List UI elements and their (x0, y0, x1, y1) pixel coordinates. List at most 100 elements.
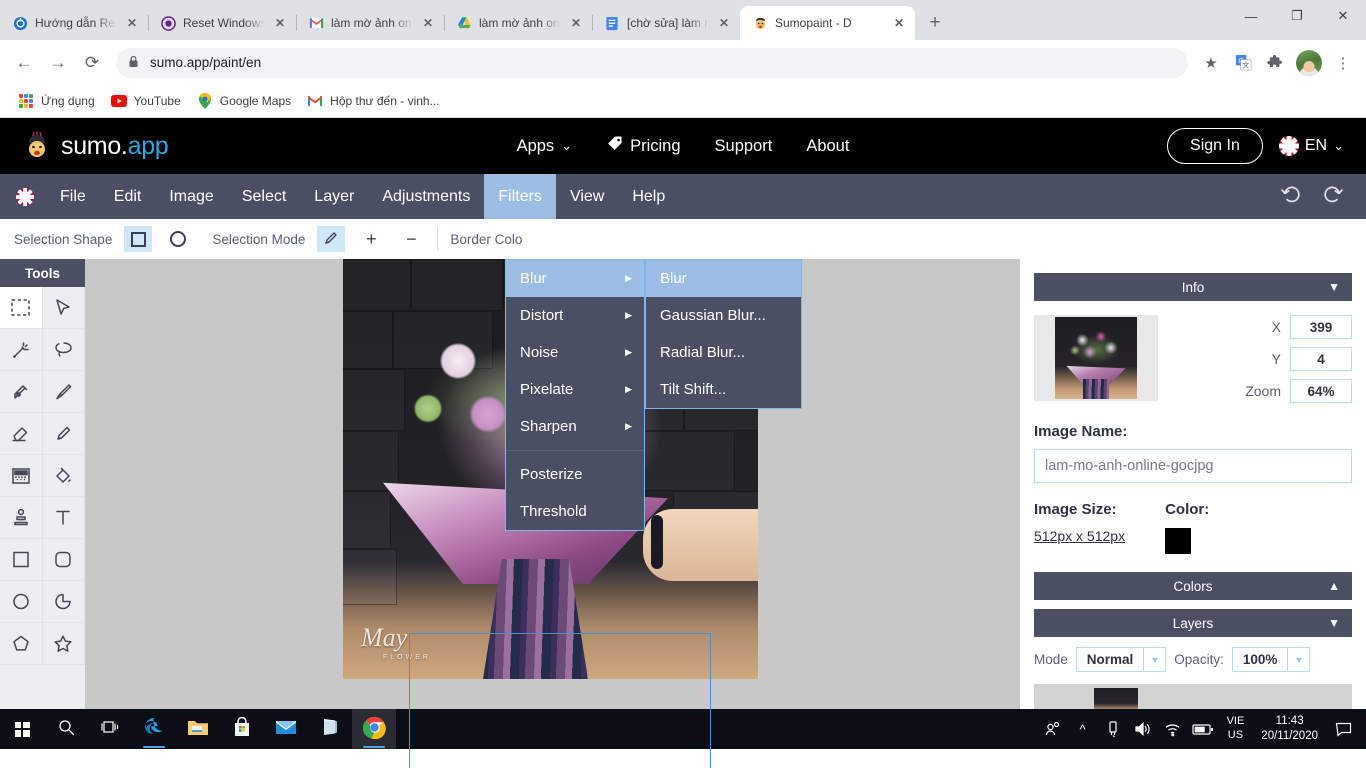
menu-item-pixelate[interactable]: Pixelate ▶ (506, 371, 644, 408)
submenu-item-blur[interactable]: Blur (646, 260, 801, 297)
selection-mode-subtract-button[interactable]: − (397, 226, 426, 252)
task-view-button[interactable] (88, 709, 132, 749)
tool-rectangle-shape[interactable] (0, 539, 43, 581)
browser-tab[interactable]: Hướng dẫn Res ✕ (0, 6, 148, 40)
browser-tab-active[interactable]: Sumopaint - D ✕ (740, 6, 915, 40)
tool-eraser[interactable] (0, 413, 43, 455)
selection-mode-add-button[interactable]: + (357, 226, 386, 252)
tool-lasso[interactable] (42, 329, 85, 371)
nav-apps[interactable]: Apps ⌄ (517, 137, 573, 156)
minimize-button[interactable]: — (1228, 0, 1274, 32)
close-icon[interactable]: ✕ (568, 15, 584, 31)
menu-item-sharpen[interactable]: Sharpen ▶ (506, 408, 644, 445)
sign-in-button[interactable]: Sign In (1167, 128, 1263, 164)
notification-icon[interactable] (1326, 709, 1360, 749)
tool-clone-stamp[interactable] (0, 497, 43, 539)
bookmark-apps[interactable]: Ứng dụng (10, 89, 103, 113)
volume-icon[interactable] (1128, 709, 1158, 749)
tool-ellipse-shape[interactable] (0, 581, 43, 623)
maximize-button[interactable]: ❐ (1274, 0, 1320, 32)
image-name-input[interactable]: lam-mo-anh-online-gocjpg (1034, 449, 1352, 483)
bookmark-youtube[interactable]: YouTube (103, 89, 189, 113)
zoom-value-input[interactable]: 64% (1290, 379, 1352, 403)
browser-tab[interactable]: làm mờ ảnh on ✕ (296, 6, 444, 40)
undo-arrow-icon[interactable] (1276, 184, 1306, 210)
y-value-input[interactable]: 4 (1290, 347, 1352, 371)
battery-icon[interactable] (1188, 709, 1218, 749)
tool-text[interactable] (42, 497, 85, 539)
color-swatch[interactable] (1165, 528, 1192, 554)
image-size-value[interactable]: 512px x 512px (1034, 528, 1125, 544)
usb-icon[interactable] (1098, 709, 1128, 749)
menu-help[interactable]: Help (618, 174, 679, 219)
tool-ink-pen[interactable] (0, 371, 43, 413)
start-button[interactable] (0, 709, 44, 749)
nav-support[interactable]: Support (715, 137, 773, 156)
submenu-item-tilt-shift[interactable]: Tilt Shift... (646, 371, 801, 408)
close-icon[interactable]: ✕ (891, 15, 907, 31)
tool-pentagon-shape[interactable] (0, 623, 43, 665)
selection-shape-rectangle-button[interactable] (124, 226, 153, 252)
submenu-item-gaussian-blur[interactable]: Gaussian Blur... (646, 297, 801, 334)
chevron-up-icon[interactable]: ▲ (1328, 579, 1340, 593)
menu-layer[interactable]: Layer (300, 174, 368, 219)
close-icon[interactable]: ✕ (124, 15, 140, 31)
tool-pie-shape[interactable] (42, 581, 85, 623)
menu-item-blur[interactable]: Blur ▶ (506, 260, 644, 297)
tool-gradient[interactable] (0, 455, 43, 497)
new-tab-button[interactable]: + (921, 9, 949, 37)
menu-edit[interactable]: Edit (100, 174, 156, 219)
tool-star-shape[interactable] (42, 623, 85, 665)
menu-item-threshold[interactable]: Threshold (506, 493, 644, 530)
layers-panel-header[interactable]: Layers ▼ (1034, 609, 1352, 637)
edge-button[interactable] (132, 709, 176, 749)
submenu-item-radial-blur[interactable]: Radial Blur... (646, 334, 801, 371)
menu-view[interactable]: View (556, 174, 618, 219)
extensions-puzzle-icon[interactable] (1260, 48, 1290, 78)
chrome-button[interactable] (352, 709, 396, 749)
browser-tab[interactable]: làm mờ ảnh on ✕ (444, 6, 592, 40)
menu-file[interactable]: File (46, 174, 100, 219)
close-icon[interactable]: ✕ (420, 15, 436, 31)
chevron-up-icon[interactable]: ^ (1068, 709, 1098, 749)
tool-rounded-rectangle[interactable] (42, 539, 85, 581)
file-explorer-button[interactable] (176, 709, 220, 749)
x-value-input[interactable]: 399 (1290, 315, 1352, 339)
nav-pricing[interactable]: Pricing (606, 135, 681, 157)
nav-about[interactable]: About (806, 137, 849, 156)
opacity-select[interactable]: 100% ▼ (1231, 647, 1311, 672)
tool-pencil[interactable] (42, 413, 85, 455)
tool-paint-bucket[interactable] (42, 455, 85, 497)
menu-filters[interactable]: Filters (484, 174, 556, 219)
language-indicator[interactable]: VIE US (1218, 715, 1254, 743)
sumo-logo[interactable]: sumo.app (22, 131, 169, 161)
colors-panel-header[interactable]: Colors ▲ (1034, 572, 1352, 600)
chevron-down-icon[interactable]: ▼ (1328, 280, 1340, 294)
menubar-flag-icon[interactable] (0, 174, 46, 219)
avatar[interactable] (1296, 49, 1322, 76)
chrome-menu-icon[interactable]: ⋮ (1328, 48, 1358, 78)
layer-list-item[interactable] (1034, 684, 1352, 709)
selection-shape-ellipse-button[interactable] (164, 226, 193, 252)
people-icon[interactable] (1038, 709, 1068, 749)
wifi-icon[interactable] (1158, 709, 1188, 749)
menu-item-distort[interactable]: Distort ▶ (506, 297, 644, 334)
close-icon[interactable]: ✕ (716, 15, 732, 31)
translate-icon[interactable]: G文 (1228, 48, 1258, 78)
clock[interactable]: 11:43 20/11/2020 (1253, 714, 1326, 744)
menu-image[interactable]: Image (155, 174, 227, 219)
selection-mode-draw-button[interactable] (317, 226, 346, 252)
menu-adjustments[interactable]: Adjustments (368, 174, 484, 219)
microsoft-store-button[interactable] (220, 709, 264, 749)
sticky-notes-button[interactable] (308, 709, 352, 749)
forward-button[interactable]: → (42, 47, 74, 79)
redo-arrow-icon[interactable] (1318, 184, 1348, 210)
info-panel-header[interactable]: Info ▼ (1034, 273, 1352, 301)
tool-paint-brush[interactable] (42, 371, 85, 413)
back-button[interactable]: ← (8, 47, 40, 79)
close-window-button[interactable]: ✕ (1320, 0, 1366, 32)
mail-button[interactable] (264, 709, 308, 749)
browser-tab[interactable]: [chờ sửa] làm m ✕ (592, 6, 740, 40)
tool-magic-wand[interactable] (0, 329, 43, 371)
blend-mode-select[interactable]: Normal ▼ (1075, 647, 1167, 672)
